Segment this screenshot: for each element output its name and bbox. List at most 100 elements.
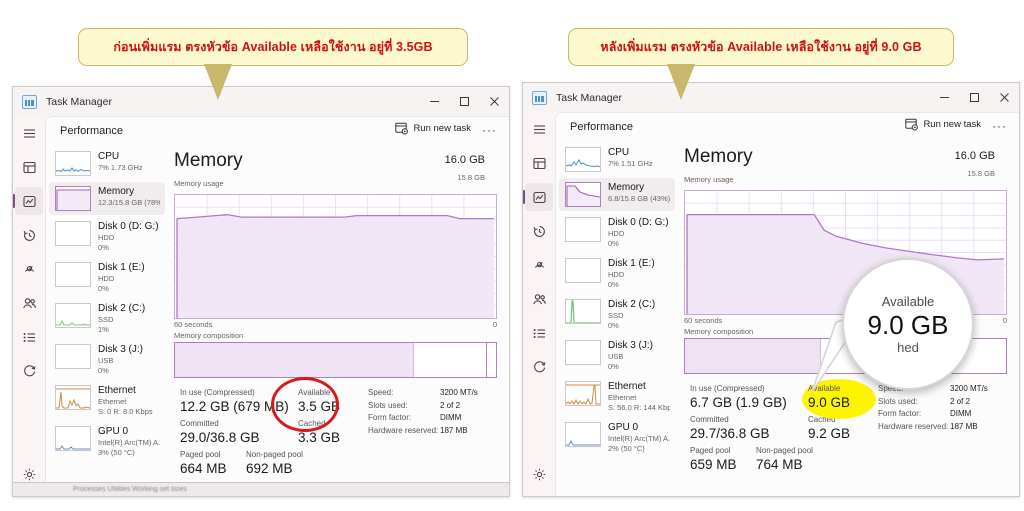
in-use-label-left: In use (Compressed)	[180, 388, 255, 397]
paged-pool-value-right: 659 MB	[690, 457, 737, 472]
gpu0-sub2-left: 3% (50 °C)	[98, 447, 135, 457]
minimize-icon[interactable]	[419, 87, 449, 116]
minimize-icon-right[interactable]	[929, 83, 959, 112]
close-icon-right[interactable]	[989, 83, 1019, 112]
memory-composition-label-left: Memory composition	[174, 331, 244, 340]
disk0-text-right: Disk 0 (D: G:) HDD 0%	[608, 217, 669, 248]
sidebar-item-app-history[interactable]	[15, 221, 43, 249]
memory-usage-row-right: Memory usage 15.8 GB	[684, 169, 1007, 187]
form-factor-value-left: DIMM	[440, 413, 462, 422]
device-item-gpu0-left[interactable]: GPU 0 Intel(R) Arc(TM) A... 3% (50 °C)	[49, 422, 165, 461]
disk0-sub2-right: 0%	[608, 238, 619, 248]
disk0-sub2-left: 0%	[98, 242, 109, 252]
memory-axis-left-label-left: 60 seconds	[174, 320, 213, 329]
sidebar-item-app-history-right[interactable]	[525, 217, 553, 245]
task-manager-window-left[interactable]: Task Manager Performance Run new task ··…	[12, 86, 510, 497]
memory-sub-right: 6.8/15.8 GB (43%)	[608, 194, 670, 203]
maximize-icon-right[interactable]	[959, 83, 989, 112]
device-item-disk3-left[interactable]: Disk 3 (J:) USB 0%	[49, 340, 165, 379]
run-new-task-label-left: Run new task	[413, 123, 471, 134]
close-icon[interactable]	[479, 87, 509, 116]
device-item-cpu-right[interactable]: CPU 7% 1.51 GHz	[559, 143, 675, 176]
sidebar-item-startup-apps-right[interactable]	[525, 251, 553, 279]
hardware-reserved-label-left: Hardware reserved:	[368, 425, 439, 435]
more-options-button-left[interactable]: ···	[482, 123, 497, 137]
gpu0-name-right: GPU 0	[608, 422, 639, 433]
stat-available-left: Available 3.5 GB	[298, 387, 358, 416]
hardware-reserved-label-right: Hardware reserved:	[878, 421, 949, 431]
disk3-thumbnail-left	[55, 344, 91, 369]
device-list-left[interactable]: CPU 7% 1.73 GHz Memory 12.3/15.8 GB (78%…	[46, 144, 168, 496]
memory-capacity-left: 16.0 GB	[444, 154, 485, 166]
callout-right: หลังเพิ่มแรม ตรงหัวข้อ Available เหลือใช…	[568, 28, 954, 66]
device-item-disk1-left[interactable]: Disk 1 (E:) HDD 0%	[49, 258, 165, 297]
window-controls-left[interactable]	[419, 87, 509, 116]
nav-rail-right[interactable]	[523, 112, 555, 496]
sidebar-item-performance-right[interactable]	[523, 183, 553, 211]
disk2-sub2-right: 0%	[608, 320, 619, 330]
titlebar-left[interactable]: Task Manager	[13, 87, 509, 116]
paged-pool-value-left: 664 MB	[180, 461, 227, 476]
speed-value-left: 3200 MT/s	[440, 388, 478, 397]
disk3-name-left: Disk 3 (J:)	[98, 344, 143, 355]
disk1-name-left: Disk 1 (E:)	[98, 262, 145, 273]
settings-gear-icon-right[interactable]	[525, 460, 553, 488]
sidebar-item-processes[interactable]	[15, 153, 43, 181]
memory-thumbnail-right	[565, 182, 601, 207]
sidebar-item-users[interactable]	[15, 289, 43, 317]
device-item-gpu0-right[interactable]: GPU 0 Intel(R) Arc(TM) A... 2% (50 °C)	[559, 418, 675, 457]
window-controls-right[interactable]	[929, 83, 1019, 112]
cpu-sub-left: 7% 1.73 GHz	[98, 163, 143, 172]
pane-header-right: Performance Run new task ···	[556, 113, 1019, 140]
nav-rail-left[interactable]	[13, 116, 45, 496]
sidebar-item-services-right[interactable]	[525, 353, 553, 381]
sidebar-item-users-right[interactable]	[525, 285, 553, 313]
memory-name-right: Memory	[608, 182, 645, 193]
window-body-left: Performance Run new task ··· CPU 7% 1.73…	[13, 116, 509, 496]
disk0-name-left: Disk 0 (D: G:)	[98, 221, 159, 232]
sidebar-item-performance[interactable]	[13, 187, 43, 215]
device-item-ethernet-right[interactable]: Ethernet Ethernet S: 56.0 R: 144 Kbps	[559, 377, 675, 416]
sidebar-item-processes-right[interactable]	[525, 149, 553, 177]
run-new-task-button-left[interactable]: Run new task	[395, 122, 471, 135]
device-item-memory-left[interactable]: Memory 12.3/15.8 GB (78%)	[49, 182, 165, 215]
device-item-memory-right[interactable]: Memory 6.8/15.8 GB (43%)	[559, 178, 675, 211]
device-item-disk2-left[interactable]: Disk 2 (C:) SSD 1%	[49, 299, 165, 338]
sidebar-item-services[interactable]	[15, 357, 43, 385]
memory-usage-row-left: Memory usage 15.8 GB	[174, 173, 497, 191]
sidebar-item-startup-apps[interactable]	[15, 255, 43, 283]
hamburger-icon-right[interactable]	[525, 115, 553, 143]
gpu0-sub1-right: Intel(R) Arc(TM) A...	[608, 434, 670, 443]
titlebar-right[interactable]: Task Manager	[523, 83, 1019, 112]
device-list-right[interactable]: CPU 7% 1.51 GHz Memory 6.8/15.8 GB (43%)	[556, 140, 678, 496]
device-item-disk2-right[interactable]: Disk 2 (C:) SSD 0%	[559, 295, 675, 334]
hamburger-icon[interactable]	[15, 119, 43, 147]
cpu-thumbnail-right	[565, 147, 601, 172]
pane-title-right: Performance	[570, 120, 633, 133]
device-item-ethernet-left[interactable]: Ethernet Ethernet S: 0 R: 8.0 Kbps	[49, 381, 165, 420]
device-item-cpu-left[interactable]: CPU 7% 1.73 GHz	[49, 147, 165, 180]
sidebar-item-details-right[interactable]	[525, 319, 553, 347]
run-new-task-button-right[interactable]: Run new task	[905, 118, 981, 131]
disk2-sub1-left: SSD	[98, 315, 114, 324]
pane-split-left: CPU 7% 1.73 GHz Memory 12.3/15.8 GB (78%…	[46, 144, 509, 496]
maximize-icon[interactable]	[449, 87, 479, 116]
sidebar-item-details[interactable]	[15, 323, 43, 351]
run-new-task-label-right: Run new task	[923, 119, 981, 130]
memory-detail-left: Memory 16.0 GB Memory usage 15.8 GB 60 s…	[168, 144, 509, 496]
device-item-disk0-left[interactable]: Disk 0 (D: G:) HDD 0%	[49, 217, 165, 256]
device-item-disk0-right[interactable]: Disk 0 (D: G:) HDD 0%	[559, 213, 675, 252]
ethernet-text-right: Ethernet Ethernet S: 56.0 R: 144 Kbps	[608, 381, 670, 412]
bottom-strip-text-left: Processes Utilities Working set sizes	[73, 486, 187, 493]
stat-paged-pool-left: Paged pool 664 MB	[180, 449, 246, 478]
disk1-sub1-right: HDD	[608, 270, 625, 279]
device-item-disk3-right[interactable]: Disk 3 (J:) USB 0%	[559, 336, 675, 375]
disk3-thumbnail-right	[565, 340, 601, 365]
disk3-text-left: Disk 3 (J:) USB 0%	[98, 344, 143, 375]
more-options-button-right[interactable]: ···	[992, 119, 1007, 133]
disk2-name-right: Disk 2 (C:)	[608, 299, 656, 310]
cpu-name-left: CPU	[98, 151, 120, 162]
device-item-disk1-right[interactable]: Disk 1 (E:) HDD 0%	[559, 254, 675, 293]
memory-usage-chart-left	[174, 194, 497, 319]
available-value-left: 3.5 GB	[298, 399, 341, 414]
